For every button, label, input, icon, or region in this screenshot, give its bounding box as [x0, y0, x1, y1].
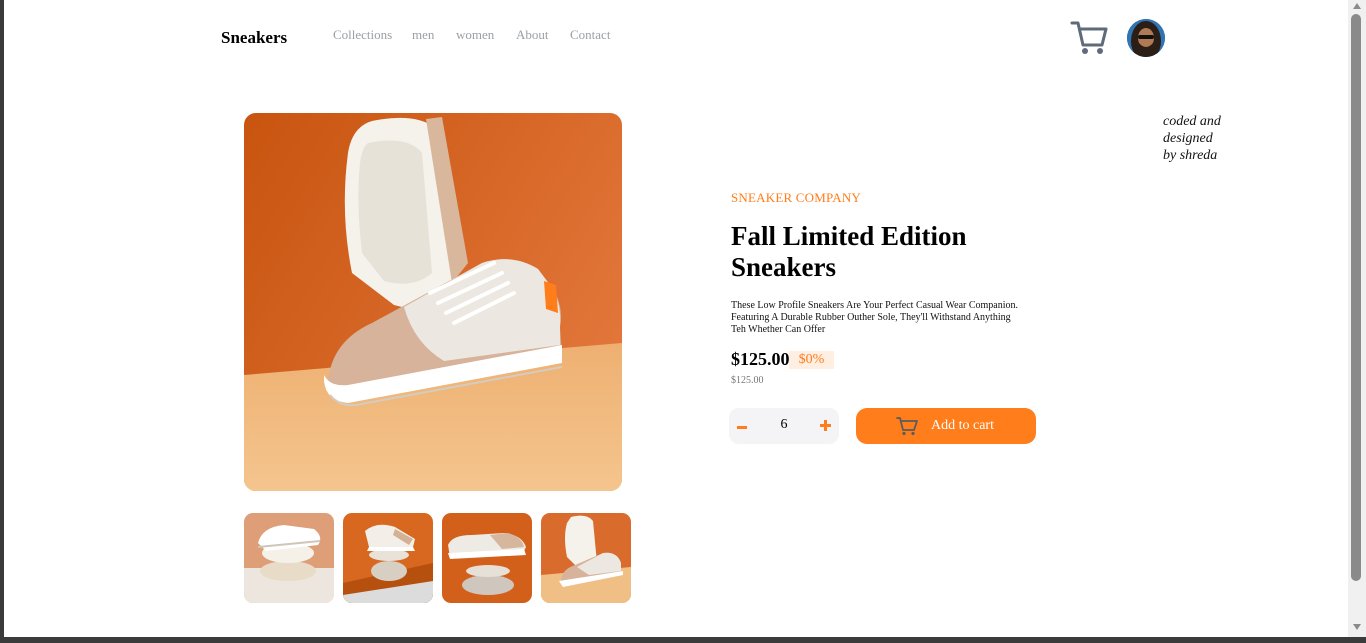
- discount-badge: $0%: [789, 351, 834, 369]
- nav-link-about[interactable]: About: [516, 27, 549, 43]
- quantity-stepper: 6: [729, 408, 839, 444]
- product-description: These Low Profile Sneakers Are Your Perf…: [731, 300, 1019, 335]
- thumbnail-3-image: [442, 513, 532, 603]
- avatar[interactable]: [1127, 19, 1165, 57]
- main-product-image[interactable]: [244, 113, 622, 491]
- original-price: $125.00: [731, 375, 764, 386]
- thumbnail-1[interactable]: [244, 513, 334, 603]
- minus-icon: [737, 426, 747, 429]
- quantity-increase-button[interactable]: [818, 416, 838, 436]
- cart-button[interactable]: [1070, 18, 1108, 58]
- add-to-cart-button[interactable]: Add to cart: [856, 408, 1036, 444]
- quantity-decrease-button[interactable]: [735, 416, 753, 436]
- window-frame-left: [0, 0, 4, 643]
- thumbnail-4-image: [541, 513, 631, 603]
- plus-icon: [820, 420, 831, 431]
- add-to-cart-label: Add to cart: [931, 418, 994, 433]
- scrollbar-thumb[interactable]: [1351, 14, 1361, 581]
- thumbnail-2[interactable]: [343, 513, 433, 603]
- nav-link-collections[interactable]: Collections: [333, 27, 392, 43]
- scroll-down-arrow-icon[interactable]: [1353, 624, 1361, 630]
- nav-link-contact[interactable]: Contact: [570, 27, 610, 43]
- user-avatar-icon: [1127, 19, 1165, 57]
- current-price: $125.00: [731, 349, 790, 369]
- thumbnail-1-image: [244, 513, 334, 603]
- credit-text: coded and designed by shreda: [1163, 114, 1221, 163]
- thumbnail-3[interactable]: [442, 513, 532, 603]
- product-title: Fall Limited Edition Sneakers: [731, 221, 967, 282]
- sneaker-photo: [244, 113, 622, 491]
- company-name: SNEAKER COMPANY: [731, 190, 862, 205]
- thumbnail-4[interactable]: [541, 513, 631, 603]
- quantity-value: 6: [780, 417, 788, 432]
- nav-link-men[interactable]: men: [412, 27, 434, 43]
- cart-icon: [1070, 21, 1108, 54]
- thumbnail-2-image: [343, 513, 433, 603]
- brand-logo[interactable]: Sneakers: [221, 28, 287, 48]
- nav-link-women[interactable]: women: [456, 27, 494, 43]
- cart-icon: [896, 417, 918, 436]
- window-frame-bottom: [0, 637, 1366, 643]
- scroll-up-arrow-icon[interactable]: [1353, 3, 1361, 9]
